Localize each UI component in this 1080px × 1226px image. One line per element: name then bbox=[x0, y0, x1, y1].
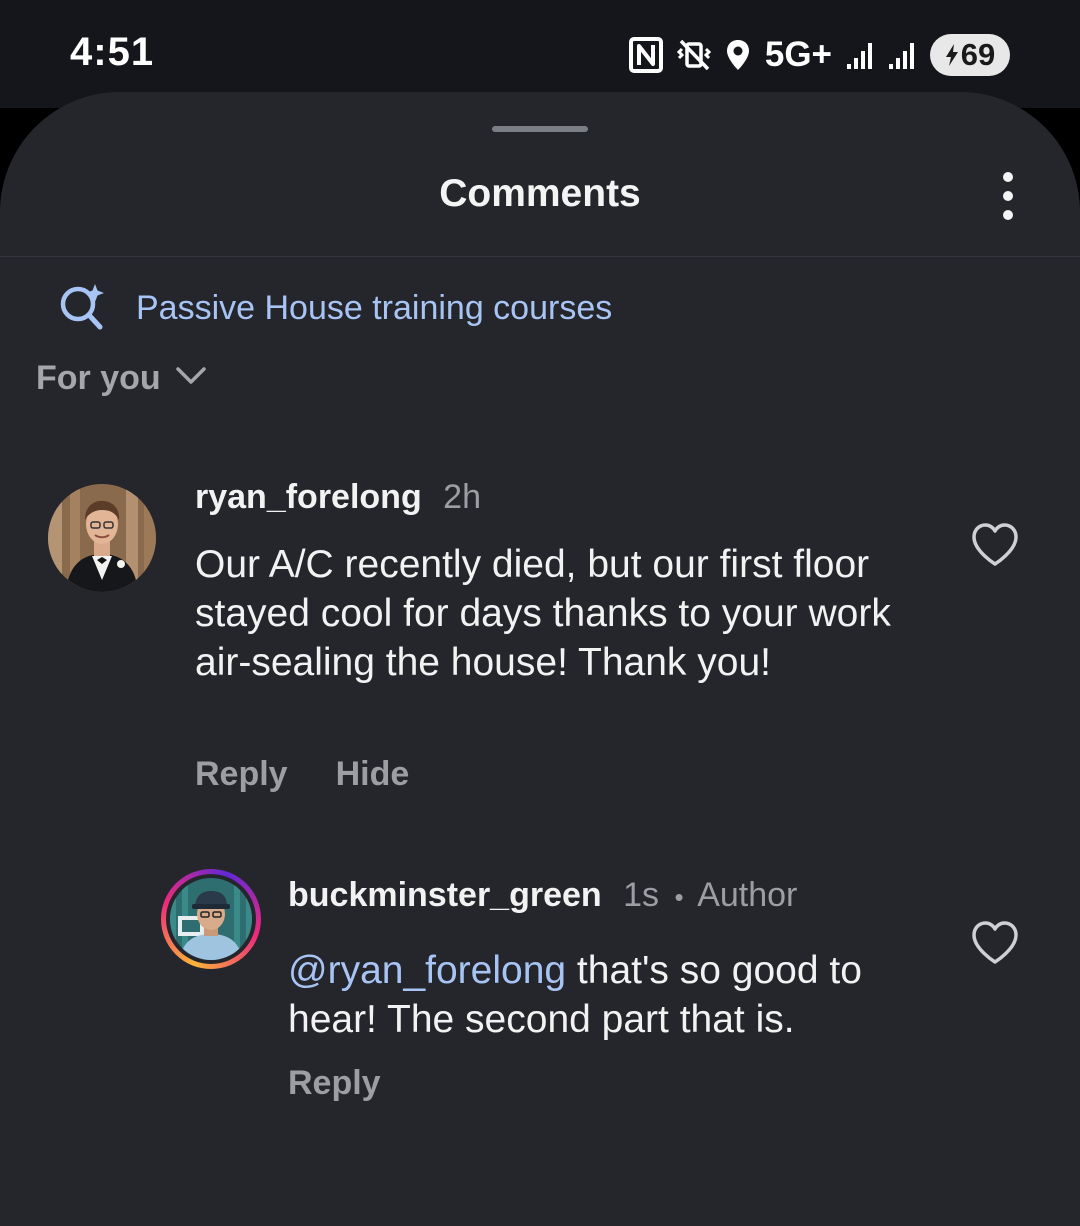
sparkle-search-icon bbox=[58, 282, 110, 335]
comment-text: Our A/C recently died, but our first flo… bbox=[195, 543, 891, 684]
battery-indicator: 69 bbox=[930, 34, 1010, 76]
separator-dot: • bbox=[674, 882, 684, 912]
username[interactable]: ryan_forelong bbox=[195, 478, 422, 516]
location-icon bbox=[725, 38, 751, 72]
heart-icon bbox=[972, 921, 1018, 964]
more-vertical-icon bbox=[1003, 172, 1013, 182]
reply-comment: buckminster_green 1s • Author @ryan_fore… bbox=[0, 92, 1080, 1102]
header-divider bbox=[0, 256, 1080, 257]
reply-button[interactable]: Reply bbox=[288, 1064, 381, 1103]
status-time: 4:51 bbox=[70, 30, 155, 74]
username[interactable]: buckminster_green bbox=[288, 876, 602, 914]
search-suggestion[interactable]: Passive House training courses bbox=[58, 280, 612, 336]
sort-label: For you bbox=[36, 358, 161, 397]
avatar[interactable] bbox=[48, 484, 156, 592]
comment-header: ryan_forelong 2h bbox=[195, 478, 481, 517]
comment-actions: Reply bbox=[288, 1064, 381, 1103]
hide-button[interactable]: Hide bbox=[336, 755, 410, 794]
battery-level: 69 bbox=[960, 37, 996, 72]
author-badge: Author bbox=[697, 876, 798, 914]
avatar-story-ring[interactable] bbox=[161, 869, 261, 969]
timestamp: 1s bbox=[623, 876, 660, 914]
timestamp: 2h bbox=[443, 478, 481, 516]
like-button[interactable] bbox=[970, 520, 1020, 570]
status-icons: 5G+ 69 bbox=[628, 34, 1010, 76]
comment-actions: Reply Hide bbox=[195, 755, 409, 794]
search-suggestion-label: Passive House training courses bbox=[136, 288, 613, 327]
sheet-title: Comments bbox=[439, 172, 641, 215]
sort-dropdown[interactable]: For you bbox=[36, 354, 207, 402]
vibrate-icon bbox=[676, 38, 711, 72]
comment-header: buckminster_green 1s • Author bbox=[288, 876, 797, 915]
heart-icon bbox=[972, 523, 1018, 566]
network-label: 5G+ bbox=[764, 35, 832, 74]
avatar bbox=[170, 878, 252, 960]
chevron-down-icon bbox=[175, 365, 207, 392]
like-button[interactable] bbox=[970, 918, 1020, 968]
more-options-button[interactable] bbox=[986, 168, 1030, 224]
signal-icon bbox=[846, 40, 874, 70]
comments-sheet: Comments Passive House training courses … bbox=[0, 92, 1080, 1226]
nfc-icon bbox=[628, 37, 663, 73]
drag-handle[interactable] bbox=[492, 126, 588, 132]
battery-charging-icon bbox=[945, 43, 959, 67]
reply-button[interactable]: Reply bbox=[195, 755, 288, 794]
user-mention[interactable]: @ryan_forelong bbox=[288, 949, 566, 992]
signal-icon bbox=[888, 40, 916, 70]
comment-text: @ryan_forelong that's so good to hear! T… bbox=[288, 946, 948, 1044]
